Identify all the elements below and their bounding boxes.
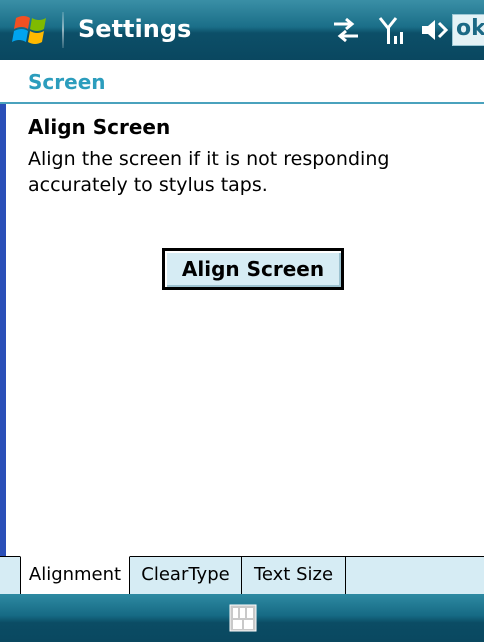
title-bar: Settings ok	[0, 0, 484, 60]
connectivity-icon[interactable]	[328, 14, 364, 46]
keyboard-input-icon[interactable]	[229, 604, 257, 632]
ok-button[interactable]: ok	[452, 14, 484, 46]
tab-bar: Alignment ClearType Text Size	[0, 556, 484, 594]
section-description: Align the screen if it is not responding…	[28, 148, 390, 196]
tab-text-size[interactable]: Text Size	[242, 556, 346, 594]
align-screen-button[interactable]: Align Screen	[162, 248, 344, 290]
title-separator	[62, 12, 64, 48]
left-edge-accent	[0, 60, 6, 594]
page-header: Screen	[0, 60, 484, 104]
volume-icon[interactable]	[420, 14, 450, 46]
signal-icon[interactable]	[378, 14, 408, 46]
section-heading: Align Screen	[28, 115, 171, 139]
bottom-bar	[0, 594, 484, 642]
tab-cleartype[interactable]: ClearType	[130, 556, 242, 594]
tab-alignment[interactable]: Alignment	[20, 556, 130, 594]
start-logo-icon[interactable]	[8, 10, 56, 50]
window-title: Settings	[78, 15, 192, 43]
settings-screen: Settings ok Screen Align Screen Align th…	[0, 0, 484, 642]
page-title: Screen	[28, 70, 106, 94]
